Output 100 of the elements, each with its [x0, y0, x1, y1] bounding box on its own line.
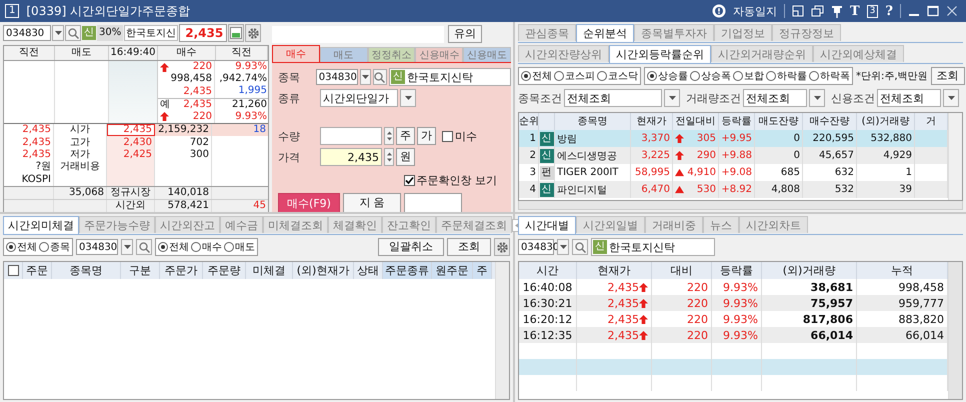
- dropdown-button[interactable]: [664, 89, 680, 107]
- radio-button[interactable]: [6, 242, 16, 252]
- condition-select[interactable]: 전체조회: [877, 89, 941, 107]
- column-header: 시간: [519, 262, 577, 279]
- search-button[interactable]: [372, 69, 388, 85]
- radio-button[interactable]: [224, 242, 234, 252]
- query-button[interactable]: 조회: [930, 67, 965, 85]
- close-icon[interactable]: [946, 5, 958, 17]
- condition-select[interactable]: 전체조회: [564, 89, 662, 107]
- scrollbar[interactable]: [948, 262, 962, 399]
- radio-button[interactable]: [554, 71, 564, 81]
- radio-button[interactable]: [158, 242, 168, 252]
- tab[interactable]: 시간외등락률순위: [609, 45, 711, 63]
- table-row[interactable]: 1 신 방림 3,370 305 +9.95 0 220,595 532,880: [519, 130, 948, 147]
- table-cell: 532: [834, 184, 854, 195]
- unit-button[interactable]: 원: [396, 148, 415, 166]
- table-cell: 2,435: [107, 124, 155, 136]
- table-cell: KOSPI: [4, 174, 54, 186]
- tab[interactable]: 시간외미체결: [3, 216, 79, 234]
- scrollbar[interactable]: [495, 262, 509, 399]
- column-header: 주문가: [160, 262, 203, 279]
- table-cell-text: 방림: [557, 132, 577, 146]
- table-row[interactable]: 2 신 에스디생명공 3,225 290 +9.88 0 45,657 4,929: [519, 147, 948, 164]
- maximize-icon[interactable]: [927, 5, 939, 17]
- table-cell: 4,910: [687, 167, 716, 178]
- tab[interactable]: 시간대별: [518, 216, 576, 234]
- condition-select[interactable]: 전체조회: [743, 89, 807, 107]
- radio-button[interactable]: [39, 242, 49, 252]
- unit-button[interactable]: 주: [396, 127, 415, 145]
- buy-button[interactable]: 매수(F9): [278, 193, 340, 213]
- order-type-field[interactable]: 시간외단일가: [320, 89, 398, 107]
- pin-icon[interactable]: [830, 4, 843, 18]
- search-button[interactable]: [572, 239, 588, 255]
- table-cell: 300: [155, 148, 212, 162]
- search-button[interactable]: [65, 25, 81, 41]
- help-button[interactable]: ?: [885, 4, 893, 18]
- field-label: 수량: [278, 128, 301, 144]
- radio-button[interactable]: [809, 71, 819, 81]
- notice-button[interactable]: 유의: [448, 25, 482, 43]
- radio-button[interactable]: [733, 71, 743, 81]
- table-cell: 883,820: [898, 312, 944, 326]
- settings-button[interactable]: [494, 238, 510, 256]
- journal-link[interactable]: 자동일지: [732, 4, 777, 18]
- font-button[interactable]: T: [850, 4, 860, 18]
- dropdown-button[interactable]: [360, 69, 371, 85]
- spinner-arrows-icon: [386, 130, 392, 142]
- max-quantity-button[interactable]: 가: [417, 127, 436, 145]
- dropdown-button[interactable]: [52, 25, 64, 41]
- quantity-field[interactable]: [320, 127, 382, 145]
- caret-icon: [404, 96, 412, 100]
- dropdown-button[interactable]: [809, 89, 825, 107]
- spinner-control[interactable]: [384, 127, 394, 145]
- stock-name-field[interactable]: 한국토지신: [124, 25, 178, 41]
- dropdown-button[interactable]: [943, 89, 959, 107]
- layout-icon[interactable]: [792, 5, 804, 17]
- stock-code-field[interactable]: 034830: [3, 25, 51, 41]
- table-cell: +9.08: [721, 167, 752, 178]
- column-header: 주문량: [203, 262, 246, 279]
- table-cell: 305: [696, 133, 716, 144]
- dropdown-button[interactable]: [557, 239, 569, 255]
- windows-icon[interactable]: [810, 5, 824, 17]
- caret-icon: [948, 96, 954, 100]
- radio-button[interactable]: [690, 71, 700, 81]
- table-cell: 4,929: [883, 150, 912, 161]
- radio-label: 전체: [169, 241, 189, 254]
- tab[interactable]: 순위분석: [576, 24, 634, 42]
- checkbox[interactable]: [8, 265, 18, 276]
- settings-button[interactable]: [245, 24, 262, 42]
- clear-button[interactable]: 지 움: [343, 193, 401, 213]
- stock-badge: 신: [391, 70, 406, 84]
- column-header: 원주문: [432, 262, 473, 279]
- table-row[interactable]: 4 신 파인디지털 6,470 530 +8.92 4,808 532 39: [519, 181, 948, 198]
- radio-button[interactable]: [597, 71, 607, 81]
- stock-code-field[interactable]: 034830: [316, 69, 358, 85]
- checkbox[interactable]: [442, 130, 453, 142]
- scrollbar[interactable]: [518, 201, 963, 210]
- table-cell: 9.93%: [723, 280, 758, 294]
- radio-button[interactable]: [521, 71, 531, 81]
- radio-button[interactable]: [647, 71, 657, 81]
- dropdown-button[interactable]: [121, 239, 133, 255]
- dropdown-button[interactable]: [400, 89, 416, 107]
- query-button[interactable]: 조회: [447, 238, 491, 256]
- screen-number-button[interactable]: 3: [866, 4, 878, 18]
- chart-button[interactable]: [228, 24, 244, 42]
- stock-code-field[interactable]: 034830: [76, 239, 118, 255]
- table-cell: 75,957: [810, 296, 853, 310]
- scrollbar[interactable]: [948, 113, 962, 200]
- cancel-all-button[interactable]: 일괄취소: [378, 238, 444, 256]
- search-button[interactable]: [136, 239, 152, 255]
- message-field[interactable]: [404, 193, 462, 213]
- radio-button[interactable]: [766, 71, 776, 81]
- spinner-control[interactable]: [384, 148, 394, 166]
- table-cell: 998,458: [898, 280, 944, 294]
- stock-name: 한국토지신탁: [407, 70, 474, 84]
- stock-name: 한국토지신탁: [609, 240, 675, 254]
- checkbox[interactable]: [404, 174, 414, 186]
- price-field[interactable]: 2,435: [320, 148, 382, 166]
- radio-button[interactable]: [191, 242, 201, 252]
- table-cell: 18: [212, 124, 268, 136]
- table-cell: 66,014: [810, 328, 853, 342]
